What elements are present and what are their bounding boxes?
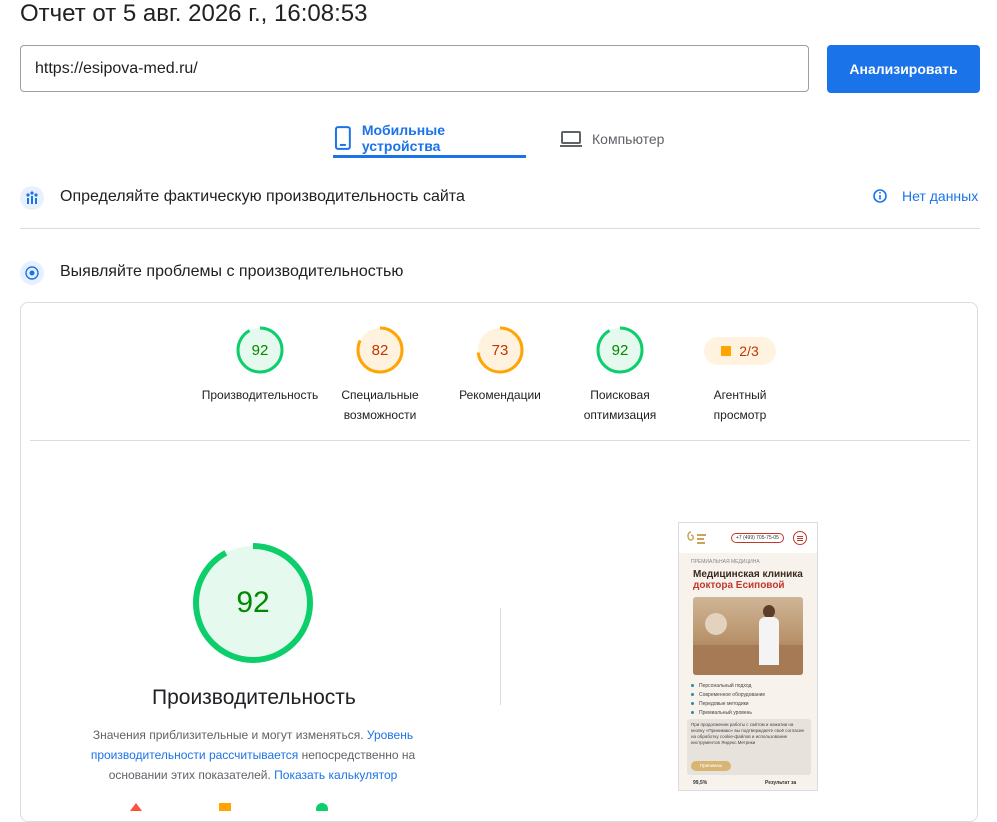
vertical-divider xyxy=(500,608,501,705)
performance-title: Производительность xyxy=(152,686,356,709)
score-value: 92 xyxy=(252,342,269,359)
agent-label: Агентный просмотр xyxy=(675,385,805,425)
shot-stat-1: 99,5% xyxy=(693,780,708,786)
url-input[interactable] xyxy=(20,45,809,92)
agent-badge[interactable]: 2/3 xyxy=(704,337,776,365)
info-icon xyxy=(873,189,887,203)
performance-gauge: 92 xyxy=(193,543,313,663)
shot-stat-2: Результат за xyxy=(765,780,797,786)
smartphone-icon xyxy=(334,125,351,150)
cookie-banner: При продолжении работы с сайтом и нажати… xyxy=(687,719,811,775)
analyze-button[interactable]: Анализировать xyxy=(827,45,980,93)
scores-divider xyxy=(30,440,970,441)
shot-bullet: Передовые методики xyxy=(699,700,749,707)
menu-icon xyxy=(793,531,807,545)
fail-triangle-icon xyxy=(130,803,142,811)
tab-desktop[interactable]: Компьютер xyxy=(559,120,674,158)
page-title: Отчет от 5 авг. 2026 г., 16:08:53 xyxy=(20,0,368,27)
score-gauge[interactable]: 73 xyxy=(475,325,525,375)
score-value: 82 xyxy=(372,342,389,359)
score-label: Производительность xyxy=(195,385,325,405)
tab-mobile-label: Мобильные устройства xyxy=(361,121,445,154)
show-calculator-link[interactable]: Показать калькулятор xyxy=(274,768,397,782)
performance-score: 92 xyxy=(236,586,269,619)
score-label-line2: оптимизация xyxy=(583,408,657,422)
pass-circle-icon xyxy=(316,803,328,811)
shot-bullets: Персональный подход Современное оборудов… xyxy=(691,681,765,717)
tab-mobile[interactable]: Мобильные устройства xyxy=(333,120,526,158)
desc-text-1: Значения приблизительные и могут изменят… xyxy=(92,728,367,742)
agent-score: 2/3 xyxy=(739,343,759,359)
cookie-text: При продолжении работы с сайтом и нажати… xyxy=(691,722,804,745)
score-label-line1: Специальные xyxy=(341,388,419,402)
agent-label-line2: просмотр xyxy=(713,408,767,422)
page-screenshot[interactable]: +7 (499) 705-75-05 ПРЕМИАЛЬНАЯ МЕДИЦИНА … xyxy=(678,522,818,791)
field-data-title: Определяйте фактическую производительнос… xyxy=(60,188,465,205)
agent-label-line1: Агентный xyxy=(713,388,767,402)
average-square-icon xyxy=(721,346,732,356)
lab-data-icon xyxy=(20,261,44,285)
shot-tag: ПРЕМИАЛЬНАЯ МЕДИЦИНА xyxy=(691,559,760,565)
score-label-line2: возможности xyxy=(343,408,417,422)
score-gauge[interactable]: 82 xyxy=(355,325,405,375)
field-data-icon xyxy=(20,186,44,210)
score-gauge[interactable]: 92 xyxy=(235,325,285,375)
no-data-label: Нет данных xyxy=(902,188,979,204)
lab-data-title: Выявляйте проблемы с производительностью xyxy=(60,263,404,280)
score-label-line1: Поисковая xyxy=(590,388,650,402)
tab-desktop-label: Компьютер xyxy=(592,131,665,147)
score-gauge[interactable]: 92 xyxy=(595,325,645,375)
shot-phone: +7 (499) 705-75-05 xyxy=(731,533,784,543)
shot-heading-1: Медицинская клиника xyxy=(693,569,803,580)
score-value: 92 xyxy=(612,342,629,359)
shot-bullet: Премиальный уровень xyxy=(699,709,752,716)
performance-description: Значения приблизительные и могут изменят… xyxy=(60,725,446,785)
score-label-line1: Рекомендации xyxy=(459,388,541,402)
score-label-line1: Производительность xyxy=(201,388,319,402)
shot-bullet: Современное оборудование xyxy=(699,691,766,698)
section-divider xyxy=(20,228,980,229)
cookie-accept-button[interactable]: Принимаю xyxy=(691,761,731,771)
score-label: Рекомендации xyxy=(435,385,565,405)
laptop-icon xyxy=(560,131,582,147)
shot-bullet: Персональный подход xyxy=(699,682,752,689)
score-label: Поисковая оптимизация xyxy=(555,385,685,425)
score-value: 73 xyxy=(492,342,509,359)
hero-image xyxy=(693,597,803,675)
no-data-link[interactable]: Нет данных xyxy=(872,188,978,204)
clinic-logo xyxy=(687,531,706,544)
score-label: Специальные возможности xyxy=(315,385,445,425)
average-square-icon xyxy=(219,803,231,811)
shot-heading-2: доктора Есиповой xyxy=(693,580,785,591)
